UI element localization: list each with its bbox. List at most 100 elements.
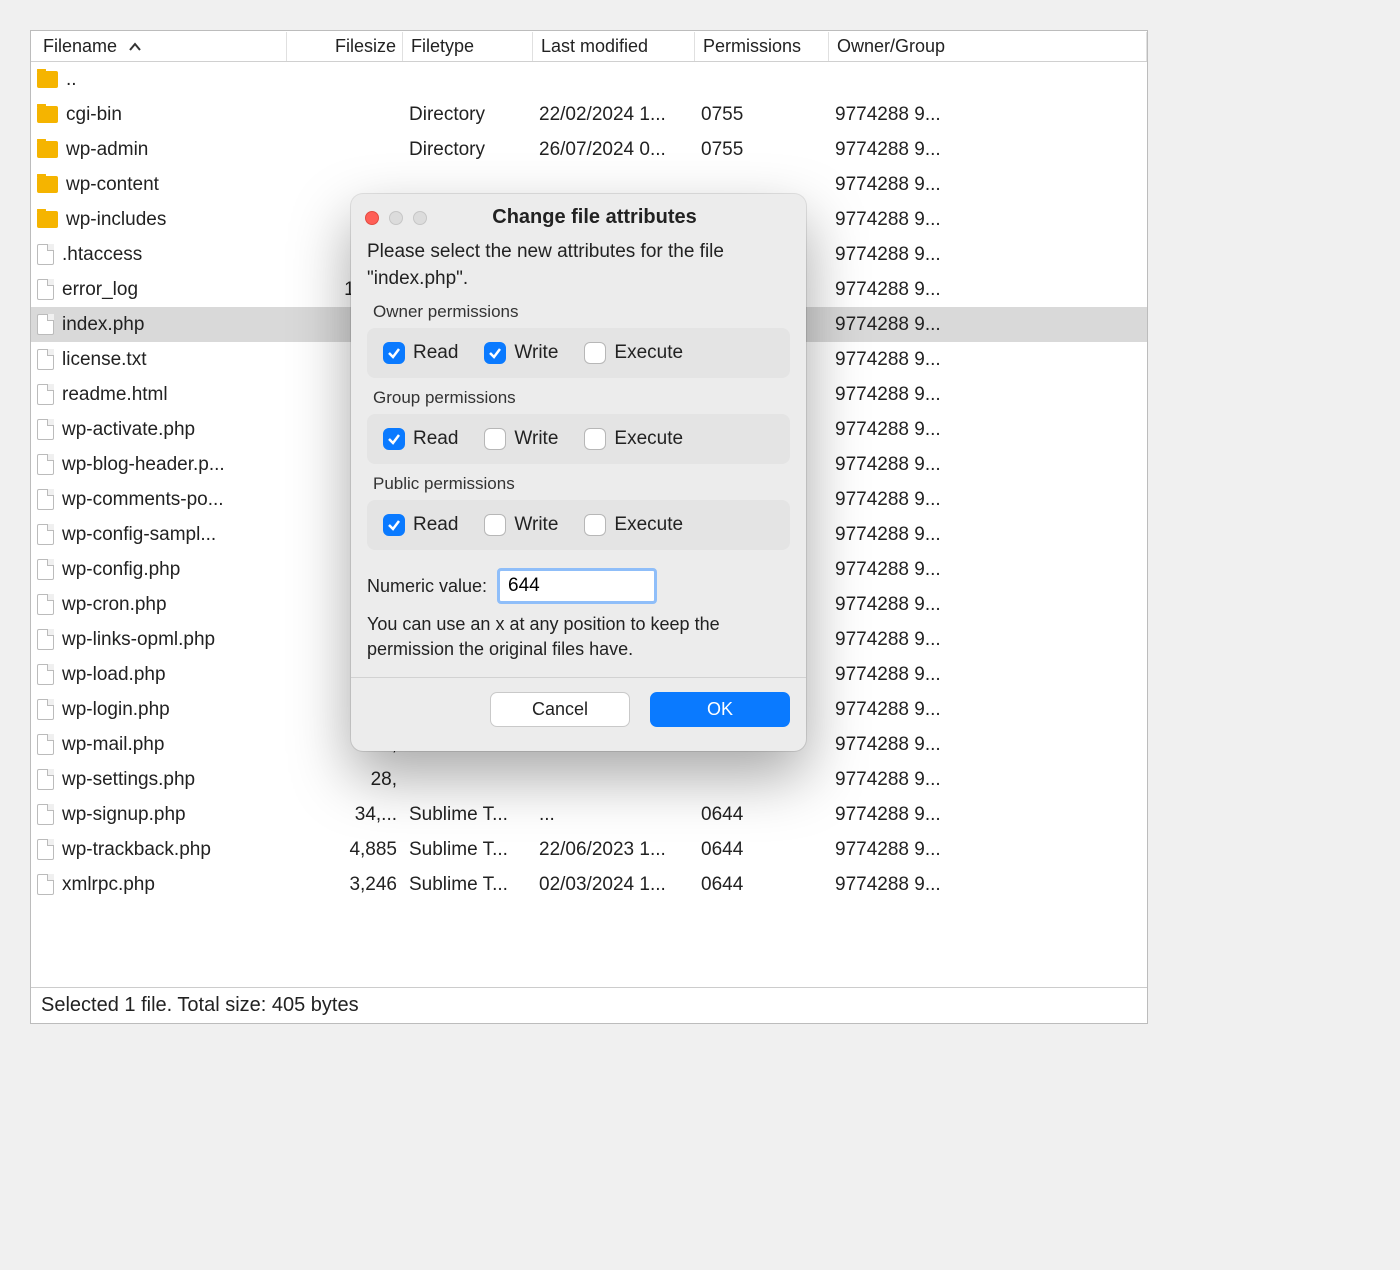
column-header-row: Filename Filesize Filetype Last modified… [31, 31, 1147, 62]
file-row[interactable]: cgi-binDirectory22/02/2024 1...075597742… [31, 97, 1147, 132]
owner-label: 9774288 9... [829, 244, 959, 266]
group-execute-checkbox[interactable]: Execute [584, 428, 683, 450]
filetype-label: Sublime T... [403, 839, 533, 861]
owner-label: 9774288 9... [829, 419, 959, 441]
modified-label: 22/06/2023 1... [533, 839, 695, 861]
owner-read-checkbox[interactable]: Read [383, 342, 458, 364]
filename-label: wp-links-opml.php [62, 629, 215, 651]
public-execute-checkbox[interactable]: Execute [584, 514, 683, 536]
filetype-label: Sublime T... [403, 874, 533, 896]
dialog-divider [351, 677, 806, 678]
permissions-label: 0755 [695, 139, 829, 161]
numeric-value-label: Numeric value: [367, 576, 487, 597]
filesize-label: 28, [287, 769, 403, 791]
filesize-label: 4,885 [287, 839, 403, 861]
public-read-checkbox[interactable]: Read [383, 514, 458, 536]
owner-label: 9774288 9... [829, 839, 959, 861]
modified-label: 02/03/2024 1... [533, 874, 695, 896]
owner-label: 9774288 9... [829, 734, 959, 756]
file-row[interactable]: wp-trackback.php 4,885Sublime T...22/06/2… [31, 832, 1147, 867]
filetype-label: Sublime T... [403, 804, 533, 826]
file-icon [37, 489, 54, 510]
file-icon [37, 279, 54, 300]
owner-label: 9774288 9... [829, 489, 959, 511]
file-icon [37, 629, 54, 650]
owner-label: 9774288 9... [829, 384, 959, 406]
column-header-filetype[interactable]: Filetype [403, 32, 533, 61]
folder-icon [37, 176, 58, 193]
filename-label: wp-activate.php [62, 419, 195, 441]
filename-label: wp-signup.php [62, 804, 186, 826]
filename-label: wp-load.php [62, 664, 166, 686]
owner-label: 9774288 9... [829, 559, 959, 581]
column-header-filename[interactable]: Filename [31, 32, 287, 61]
group-write-checkbox[interactable]: Write [484, 428, 558, 450]
public-permissions-row: Read Write Execute [367, 500, 790, 550]
file-row[interactable]: .. [31, 62, 1147, 97]
public-permissions-label: Public permissions [373, 474, 790, 494]
modified-label: 26/07/2024 0... [533, 139, 695, 161]
numeric-value-input[interactable] [497, 568, 657, 604]
group-read-checkbox[interactable]: Read [383, 428, 458, 450]
filename-label: wp-settings.php [62, 769, 195, 791]
filename-label: wp-config.php [62, 559, 180, 581]
filename-label: wp-mail.php [62, 734, 164, 756]
permissions-label: 0644 [695, 804, 829, 826]
owner-label: 9774288 9... [829, 629, 959, 651]
filename-label: error_log [62, 279, 138, 301]
filename-label: cgi-bin [66, 104, 122, 126]
file-icon [37, 454, 54, 475]
change-attributes-dialog: Change file attributes Please select the… [351, 194, 806, 751]
filename-label: xmlrpc.php [62, 874, 155, 896]
owner-label: 9774288 9... [829, 874, 959, 896]
window-minimize-icon [389, 211, 403, 225]
file-icon [37, 524, 54, 545]
file-icon [37, 664, 54, 685]
file-row[interactable]: wp-adminDirectory26/07/2024 0...07559774… [31, 132, 1147, 167]
owner-label: 9774288 9... [829, 104, 959, 126]
public-write-checkbox[interactable]: Write [484, 514, 558, 536]
filename-label: wp-login.php [62, 699, 170, 721]
column-header-permissions[interactable]: Permissions [695, 32, 829, 61]
column-header-last-modified[interactable]: Last modified [533, 32, 695, 61]
file-icon [37, 874, 54, 895]
file-row[interactable]: wp-settings.php28,9774288 9... [31, 762, 1147, 797]
filename-label: wp-comments-po... [62, 489, 224, 511]
file-icon [37, 839, 54, 860]
filename-label: wp-includes [66, 209, 166, 231]
file-icon [37, 244, 54, 265]
modified-label: 22/02/2024 1... [533, 104, 695, 126]
file-icon [37, 734, 54, 755]
filename-label: license.txt [62, 349, 146, 371]
file-icon [37, 804, 54, 825]
filesize-label: 34,... [287, 804, 403, 826]
file-row[interactable]: wp-signup.php34,...Sublime T......064497… [31, 797, 1147, 832]
group-permissions-row: Read Write Execute [367, 414, 790, 464]
file-icon [37, 314, 54, 335]
file-icon [37, 699, 54, 720]
cancel-button[interactable]: Cancel [490, 692, 630, 727]
filename-label: wp-content [66, 174, 159, 196]
owner-label: 9774288 9... [829, 209, 959, 231]
column-header-owner-group[interactable]: Owner/Group [829, 32, 1147, 61]
permissions-label: 0644 [695, 839, 829, 861]
file-row[interactable]: xmlrpc.php3,246Sublime T...02/03/2024 1.… [31, 867, 1147, 902]
owner-write-checkbox[interactable]: Write [484, 342, 558, 364]
folder-icon [37, 71, 58, 88]
owner-label: 9774288 9... [829, 699, 959, 721]
file-icon [37, 384, 54, 405]
window-maximize-icon [413, 211, 427, 225]
owner-label: 9774288 9... [829, 174, 959, 196]
file-icon [37, 559, 54, 580]
permissions-label: 0755 [695, 104, 829, 126]
status-bar: Selected 1 file. Total size: 405 bytes [31, 987, 1147, 1023]
permissions-label: 0644 [695, 874, 829, 896]
window-close-icon[interactable] [365, 211, 379, 225]
filename-label: wp-trackback.php [62, 839, 211, 861]
column-header-filesize[interactable]: Filesize [287, 32, 403, 61]
ok-button[interactable]: OK [650, 692, 790, 727]
owner-execute-checkbox[interactable]: Execute [584, 342, 683, 364]
filename-label: readme.html [62, 384, 168, 406]
filename-label: index.php [62, 314, 144, 336]
owner-permissions-row: Read Write Execute [367, 328, 790, 378]
